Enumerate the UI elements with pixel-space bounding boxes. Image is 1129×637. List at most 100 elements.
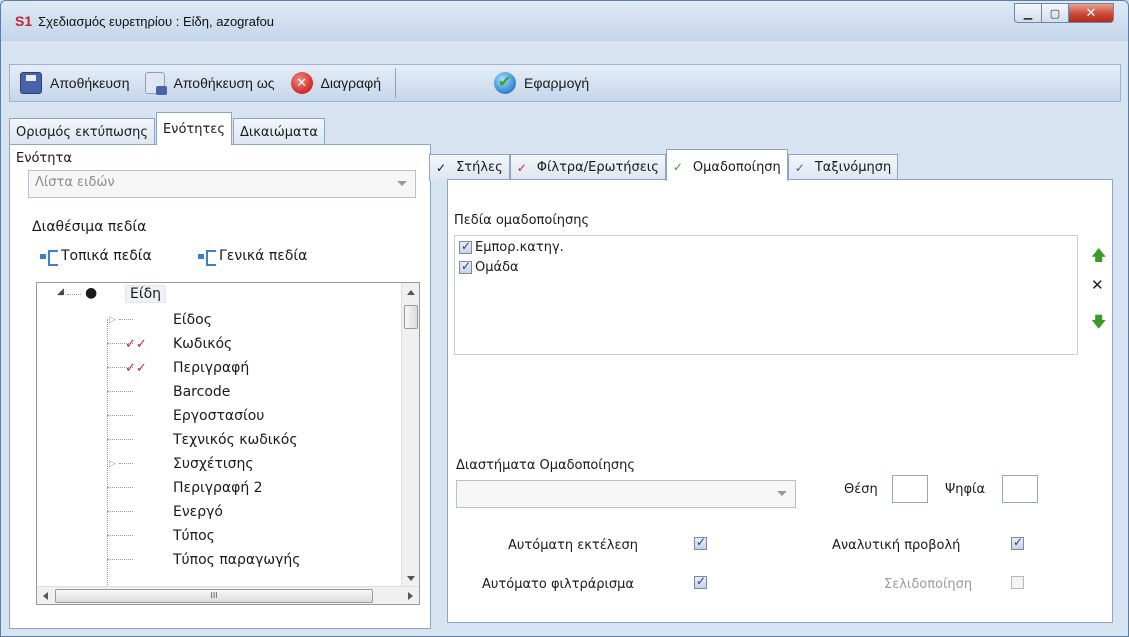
window-controls: ▁ ▢ ✕ [1014, 3, 1114, 23]
tree-item-label: Τύπος [173, 528, 215, 544]
tree-connector [119, 463, 133, 464]
move-up-arrow-icon[interactable]: 🡅 [1091, 245, 1106, 270]
tab-filters[interactable]: ✓ Φίλτρα/Ερωτήσεις [509, 154, 666, 181]
scroll-up-icon[interactable] [407, 290, 415, 295]
minimize-icon: ▁ [1023, 6, 1033, 20]
collapse-triangle-icon[interactable]: ◢ [57, 287, 64, 297]
scroll-right-icon[interactable] [408, 592, 413, 600]
pagination-checkbox[interactable] [1011, 576, 1024, 589]
maximize-button[interactable]: ▢ [1041, 3, 1068, 23]
close-button[interactable]: ✕ [1068, 3, 1114, 23]
app-logo: S1 [15, 13, 33, 29]
pagination-label: Σελιδοποίηση [884, 577, 973, 592]
tree-item-label: Τεχνικός κωδικός [173, 432, 298, 448]
expand-triangle-icon[interactable]: ▷ [109, 459, 116, 469]
tree-connector [107, 559, 133, 560]
tree-item[interactable]: Τεχνικός κωδικός [37, 428, 419, 452]
tree-horizontal-scrollbar[interactable]: III [37, 586, 419, 604]
general-fields-button[interactable]: Γενικά πεδία [198, 248, 307, 266]
tree-item-label: Περιγραφή 2 [173, 480, 263, 496]
position-label: Θέση [844, 482, 878, 497]
scroll-thumb[interactable]: III [55, 589, 373, 603]
tree-item[interactable]: Barcode [37, 380, 419, 404]
save-button[interactable]: Αποθήκευση [10, 68, 135, 98]
remove-icon[interactable]: ✕ [1091, 276, 1104, 294]
apply-button[interactable]: Εφαρμογή [484, 68, 595, 98]
auto-filter-label: Αυτόματο φιλτράρισμα [482, 577, 634, 592]
main-tabs: Ορισμός εκτύπωσης Ενότητες Δικαιώματα [9, 111, 326, 145]
position-input[interactable] [892, 475, 928, 503]
tree-connector [107, 487, 133, 488]
tree-item-label: Συσχέτισης [173, 456, 254, 472]
minimize-button[interactable]: ▁ [1014, 3, 1041, 23]
save-as-button[interactable]: Αποθήκευση ως [135, 68, 280, 98]
tree-connector [119, 319, 133, 320]
tree-item[interactable]: Ενεργό [37, 500, 419, 524]
save-as-icon [145, 72, 168, 95]
bullet-icon: ● [85, 285, 98, 301]
tree-item[interactable]: Περιγραφή 2 [37, 476, 419, 500]
scroll-down-icon[interactable] [407, 576, 415, 581]
tree-vertical-scrollbar[interactable] [401, 283, 419, 588]
tree-item-label: Ενεργό [173, 504, 223, 520]
toolbar-separator [395, 68, 397, 98]
window: S1 Σχεδιασμός ευρετηρίου : Είδη, azograf… [0, 0, 1129, 637]
tab-permissions[interactable]: Δικαιώματα [232, 118, 325, 145]
expand-triangle-icon[interactable]: ▷ [109, 315, 116, 325]
local-fields-label: Τοπικά πεδία [61, 248, 152, 264]
floppy-disk-icon [20, 72, 42, 94]
tab-print-definition[interactable]: Ορισμός εκτύπωσης [9, 118, 155, 145]
section-select[interactable]: Λίστα ειδών [28, 170, 416, 198]
auto-filter-checkbox[interactable] [694, 574, 707, 589]
tree-connector [67, 294, 81, 295]
scroll-left-icon[interactable] [43, 592, 48, 600]
auto-exec-label: Αυτόματη εκτέλεση [508, 538, 638, 553]
scroll-thumb[interactable] [404, 305, 418, 329]
grouping-intervals-select[interactable] [456, 480, 796, 508]
tab-columns-label: Στήλες [456, 160, 503, 175]
tree-item-label: Τύπος παραγωγής [173, 552, 301, 568]
auto-exec-checkbox[interactable] [694, 535, 707, 550]
tree-item[interactable]: Τύπος [37, 524, 419, 548]
tab-sorting[interactable]: ✓ Ταξινόμηση [787, 154, 899, 181]
detailed-view-label: Αναλυτική προβολή [832, 538, 961, 553]
save-as-label: Αποθήκευση ως [173, 75, 275, 91]
tab-grouping[interactable]: ✓ Ομαδοποίηση [665, 149, 788, 181]
tree-item-label: Είδος [173, 312, 212, 328]
grouping-field-checkbox[interactable] [459, 239, 472, 254]
tree-connector [107, 439, 133, 440]
list-item-label: Εμπορ.κατηγ. [475, 240, 564, 255]
tree-item[interactable]: ✓✓ Περιγραφή [37, 356, 419, 380]
check-icon: ✓ [516, 160, 527, 175]
tree-item[interactable]: Τύπος παραγωγής [37, 548, 419, 572]
tab-grouping-label: Ομαδοποίηση [692, 159, 781, 175]
local-fields-button[interactable]: Τοπικά πεδία [40, 248, 152, 266]
tree-item[interactable]: ▷ Είδος [37, 308, 419, 332]
tree-structure-icon [40, 249, 58, 266]
section-select-value: Λίστα ειδών [35, 175, 115, 190]
detailed-view-checkbox[interactable] [1011, 535, 1024, 550]
list-item-label: Ομάδα [475, 260, 519, 275]
list-item[interactable]: Εμπορ.κατηγ. [459, 239, 564, 255]
grouping-intervals-label: Διαστήματα Ομαδοποίησης [456, 458, 636, 473]
tree-connector [107, 535, 133, 536]
delete-button[interactable]: ✕ Διαγραφή [281, 68, 387, 98]
grouping-fields-label: Πεδία ομαδοποίησης [454, 213, 590, 228]
tree-item[interactable]: ▷ Συσχέτισης [37, 452, 419, 476]
tree-item[interactable]: Εργοστασίου [37, 404, 419, 428]
tab-sections[interactable]: Ενότητες [155, 112, 232, 145]
tab-filters-label: Φίλτρα/Ερωτήσεις [536, 160, 659, 175]
move-down-arrow-icon[interactable]: 🡇 [1091, 312, 1106, 337]
grouping-field-checkbox[interactable] [459, 259, 472, 274]
tree-connector [107, 511, 133, 512]
apply-label: Εφαρμογή [524, 75, 590, 91]
double-check-icon: ✓✓ [125, 360, 147, 376]
chevron-down-icon [777, 491, 787, 496]
tree-item[interactable]: ✓✓ Κωδικός [37, 332, 419, 356]
tree-root-label: Είδη [125, 285, 167, 303]
list-item[interactable]: Ομάδα [459, 259, 519, 275]
tree-root[interactable]: ◢ ● Είδη [37, 283, 187, 307]
tab-columns[interactable]: ✓ Στήλες [429, 154, 510, 181]
digits-input[interactable] [1002, 475, 1038, 503]
check-icon: ✓ [794, 160, 805, 175]
